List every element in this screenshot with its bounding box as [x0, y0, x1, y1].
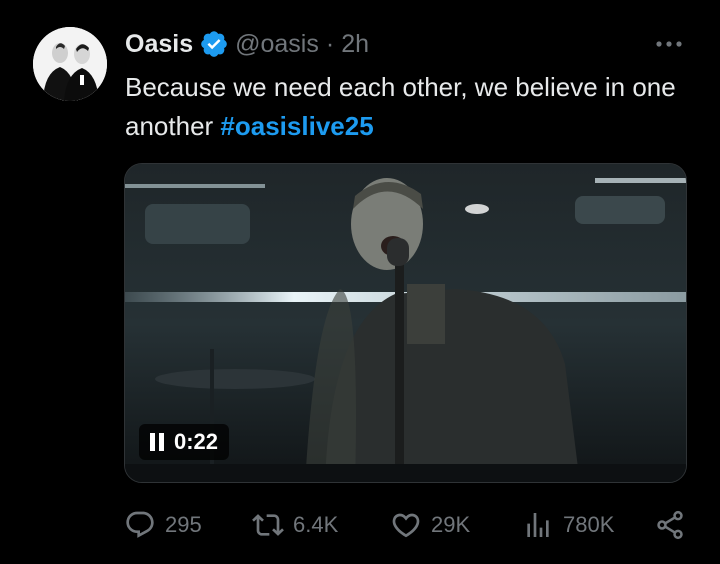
like-icon — [392, 513, 420, 538]
pause-icon[interactable] — [150, 433, 164, 451]
views-button[interactable]: 780K — [522, 508, 614, 542]
repost-icon — [252, 514, 284, 536]
view-count: 780K — [563, 512, 615, 537]
repost-button[interactable]: 6.4K — [252, 508, 338, 542]
separator-dot: · — [325, 30, 335, 58]
verified-badge-icon — [201, 31, 227, 57]
action-bar: 295 6.4K 29K 780K — [124, 508, 689, 542]
author-name[interactable]: Oasis — [125, 27, 193, 61]
video-player[interactable]: 0:22 — [124, 163, 687, 483]
post-body: Because we need each other, we believe i… — [125, 72, 676, 141]
reply-icon — [126, 511, 154, 538]
share-button[interactable] — [654, 508, 686, 542]
like-count: 29K — [431, 512, 471, 537]
author-handle[interactable]: @oasis — [235, 27, 319, 61]
video-elapsed-time: 0:22 — [174, 429, 219, 454]
repost-count: 6.4K — [293, 512, 339, 537]
reply-count: 295 — [165, 512, 202, 537]
video-status-badge[interactable]: 0:22 — [139, 424, 230, 460]
views-icon — [527, 513, 549, 537]
reply-button[interactable]: 295 — [124, 508, 202, 542]
post-header: Oasis @oasis · 2h — [125, 27, 369, 61]
post-text: Because we need each other, we believe i… — [125, 68, 695, 146]
share-icon — [657, 510, 683, 540]
avatar[interactable] — [33, 27, 107, 101]
hashtag-link[interactable]: #oasislive25 — [220, 111, 373, 141]
post-timestamp[interactable]: 2h — [341, 27, 369, 61]
more-options-icon[interactable] — [652, 32, 686, 56]
like-button[interactable]: 29K — [390, 508, 470, 542]
avatar-image — [33, 27, 107, 101]
